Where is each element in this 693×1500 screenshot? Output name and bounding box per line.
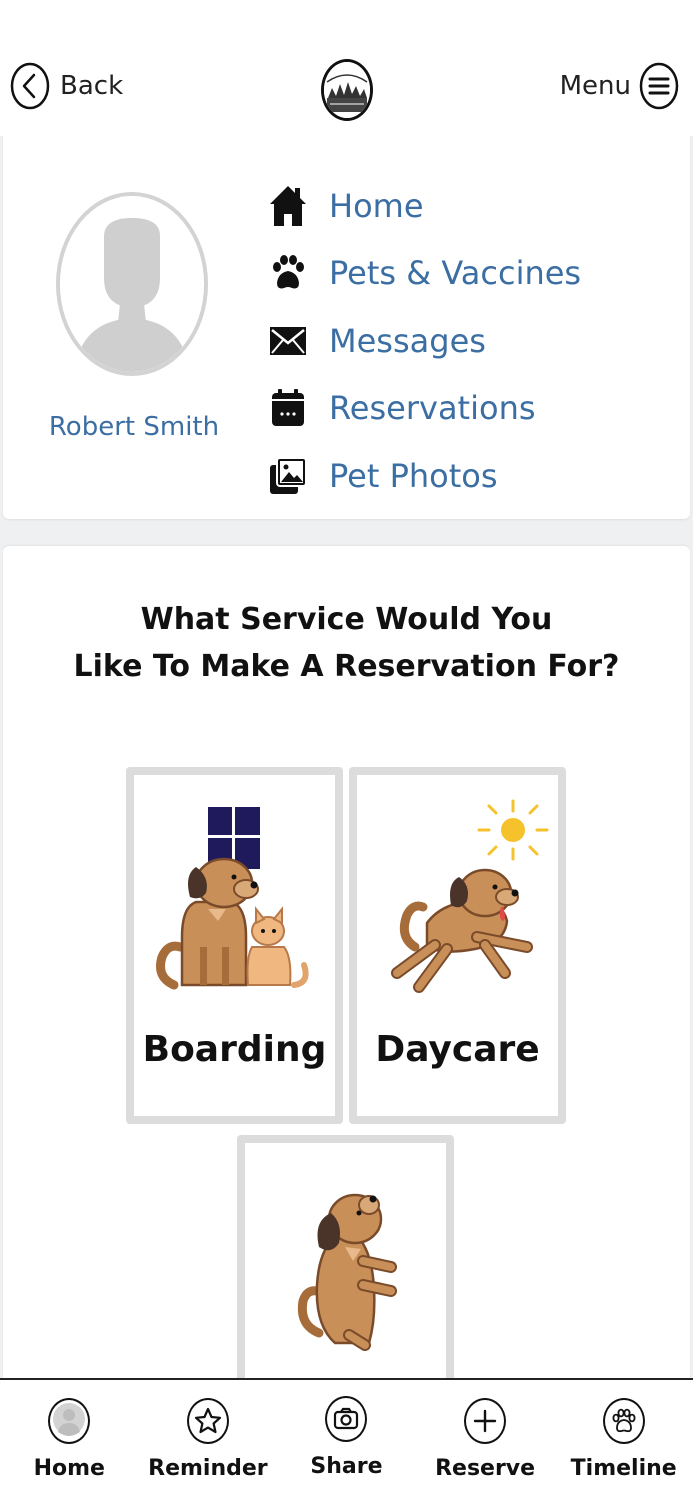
chevron-left-icon (10, 62, 50, 110)
hamburger-menu-icon (639, 62, 679, 110)
menu-button[interactable]: Menu (560, 62, 679, 110)
top-header: Back Menu (0, 0, 693, 136)
camera-icon (325, 1396, 368, 1442)
user-icon (48, 1398, 91, 1444)
daycare-label: Daycare (375, 1029, 540, 1070)
calendar-icon (267, 387, 309, 429)
nav-label-pet-photos: Pet Photos (329, 456, 498, 495)
service-question-line1: What Service Would You (140, 602, 553, 637)
daycare-dog-icon (357, 797, 558, 1007)
tab-label-timeline: Timeline (570, 1456, 677, 1481)
back-button[interactable]: Back (10, 62, 123, 110)
paw-icon (602, 1398, 645, 1444)
profile-nav: Home Pets & Vaccines Messages Reservatio… (267, 172, 581, 510)
avatar[interactable] (56, 192, 208, 376)
nav-label-home: Home (329, 186, 424, 225)
boarding-option[interactable]: Boarding (126, 767, 343, 1124)
envelope-icon (267, 320, 309, 362)
photos-icon (267, 455, 309, 497)
home-icon (267, 185, 309, 227)
tab-home[interactable]: Home (0, 1380, 139, 1500)
service-question: What Service Would You Like To Make A Re… (3, 596, 690, 690)
training-option[interactable] (237, 1135, 454, 1380)
service-question-line2: Like To Make A Reservation For? (73, 649, 620, 684)
tab-reminder[interactable]: Reminder (139, 1380, 278, 1500)
nav-label-messages: Messages (329, 321, 486, 360)
plus-icon (464, 1398, 507, 1444)
nav-item-reservations[interactable]: Reservations (267, 375, 581, 443)
nav-item-pet-photos[interactable]: Pet Photos (267, 442, 581, 510)
nav-label-pets-vaccines: Pets & Vaccines (329, 254, 582, 293)
tab-label-reminder: Reminder (148, 1456, 268, 1481)
tab-reserve[interactable]: Reserve (416, 1380, 555, 1500)
sitting-dog-icon (245, 1165, 446, 1375)
tab-label-home: Home (33, 1456, 105, 1481)
star-icon (186, 1398, 229, 1444)
tab-share[interactable]: Share (277, 1380, 416, 1500)
tab-timeline[interactable]: Timeline (554, 1380, 693, 1500)
brand-logo (321, 59, 373, 121)
tab-label-reserve: Reserve (435, 1456, 536, 1481)
boarding-label: Boarding (142, 1029, 327, 1070)
paw-icon (267, 252, 309, 294)
daycare-option[interactable]: Daycare (349, 767, 566, 1124)
back-label: Back (60, 71, 124, 101)
nav-item-home[interactable]: Home (267, 172, 581, 240)
profile-card: Robert Smith Home Pets & Vaccines Messag… (3, 136, 690, 519)
service-card: What Service Would You Like To Make A Re… (3, 546, 690, 1380)
bottom-tab-bar: Home Reminder Share Reserve Timeline (0, 1378, 693, 1500)
nav-item-pets-vaccines[interactable]: Pets & Vaccines (267, 240, 581, 308)
nav-item-messages[interactable]: Messages (267, 307, 581, 375)
tab-label-share: Share (310, 1454, 383, 1479)
menu-label: Menu (559, 71, 631, 101)
nav-label-reservations: Reservations (329, 389, 536, 428)
boarding-dog-icon (134, 797, 335, 1007)
user-name[interactable]: Robert Smith (23, 412, 245, 442)
